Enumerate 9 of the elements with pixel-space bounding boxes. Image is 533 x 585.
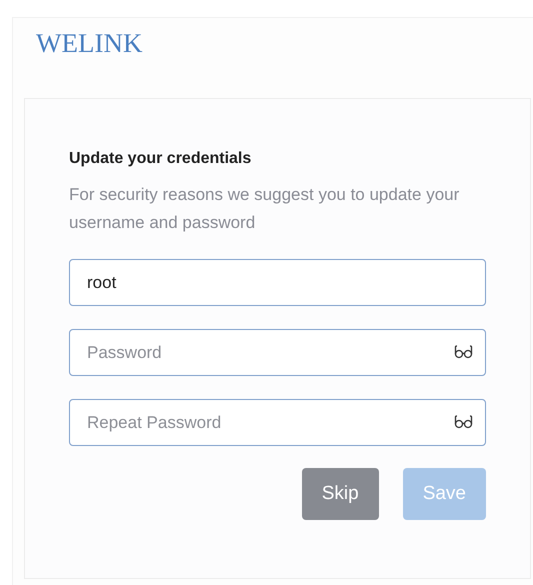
glasses-icon[interactable]	[454, 415, 474, 429]
password-field[interactable]: Repeat Password	[69, 399, 486, 446]
skip-button[interactable]: Skip	[302, 468, 379, 520]
logo: WELINK	[35, 27, 144, 59]
card-title: Update your credentials	[69, 149, 252, 169]
password-field[interactable]: Password	[69, 329, 486, 376]
username-field[interactable]: root	[69, 259, 486, 306]
glasses-icon[interactable]	[454, 345, 474, 359]
card-description: For security reasons we suggest you to update your username and password	[69, 184, 460, 234]
